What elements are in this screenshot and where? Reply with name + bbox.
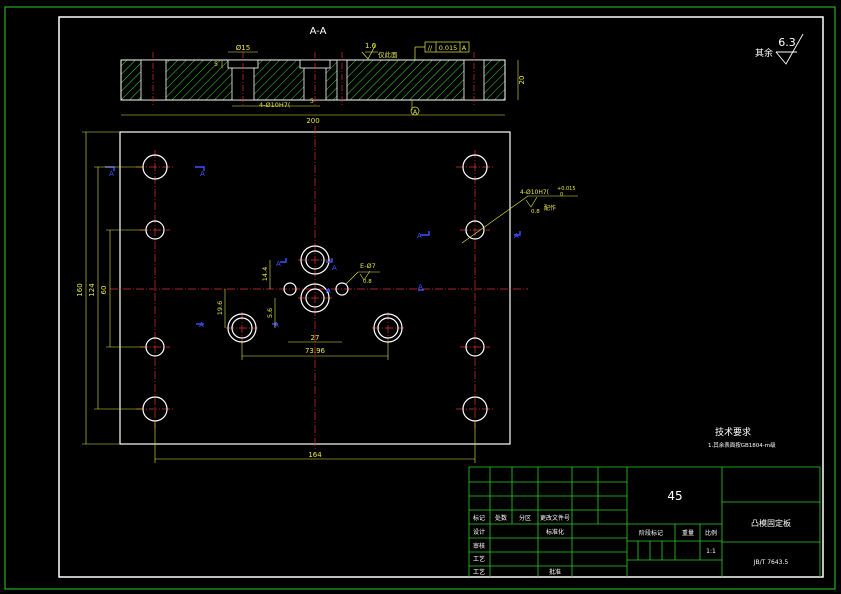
tech-req-item1: 1.其余表面按GB1804-m级 (708, 441, 776, 449)
dim-h160: 160 (76, 283, 84, 296)
svg-text:A: A (200, 170, 205, 178)
dim-14-4: 14.4 (261, 267, 269, 281)
geometric-tolerance-frame: // 0.015 A (414, 41, 470, 60)
note-pin-callout: 4-Ø10H7( (520, 189, 549, 196)
dim-hole-dia: Ø15 (236, 44, 250, 52)
roughness-other-label: 其余 (755, 47, 773, 59)
inner-frame (58, 16, 824, 578)
svg-text:A: A (417, 232, 422, 240)
tb-label-weight: 重量 (682, 529, 694, 537)
tb-label-standardize: 标准化 (546, 528, 564, 536)
tb-material: 45 (667, 489, 682, 503)
section-title: A-A (310, 26, 327, 37)
svg-text:A: A (332, 264, 337, 272)
dim-width: 164 (308, 451, 322, 459)
note-pin-tail: 0 (560, 192, 563, 198)
section-markers: A A A A A A A A A A (105, 166, 521, 329)
tb-label-process-2: 工艺 (473, 568, 485, 576)
note-roughness: 0.8 (531, 209, 540, 215)
section-view: Ø15 5 20 200 4-Ø10H7( 5 1.6 仅此面 // 0.015… (120, 41, 526, 125)
dim-h60: 60 (100, 286, 108, 295)
plan-view: A A A A A A A A A A 160 124 60 164 14.4 … (76, 126, 578, 463)
drawing-sheet: A-A Ø15 5 20 200 4-Ø10H7(5 1.6 仅此面 // 0… (4, 6, 836, 590)
dim-thickness: 20 (518, 76, 526, 85)
tb-standard: JB/T 7643.5 (753, 559, 789, 566)
svg-text:A: A (276, 260, 281, 268)
svg-text:A: A (326, 287, 331, 295)
tb-label-count: 处数 (495, 514, 507, 522)
parallel-symbol: // (428, 44, 433, 52)
note-e: E-Ø7 (360, 262, 376, 270)
tb-label-check: 审核 (473, 542, 485, 550)
parallel-tol: 0.015 (439, 44, 458, 52)
svg-text:A: A (514, 232, 519, 240)
tb-label-approve: 批准 (549, 568, 561, 576)
title-block: 标记 处数 分区 更改文件号 设计 标准化 审核 工艺 工艺 批准 45 凸模固… (468, 466, 821, 577)
tech-req-title: 技术要求 (715, 426, 751, 438)
tb-label-design: 设计 (473, 528, 485, 536)
dim-h124: 124 (88, 283, 96, 297)
dim-pin: 4-Ø10H7( (259, 101, 291, 109)
roughness-other: 其余 6.3 (755, 33, 804, 65)
tb-label-mark: 标记 (473, 514, 485, 522)
tb-label-ratio: 比例 (705, 529, 717, 537)
roughness-note-text: 仅此面 (378, 50, 398, 59)
roughness-other-value: 6.3 (778, 36, 796, 49)
dim-19-6: 19.6 (216, 301, 224, 315)
dim-27: 27 (311, 334, 320, 342)
dim-length: 200 (306, 117, 319, 125)
svg-text:A: A (418, 283, 423, 291)
tb-label-stage-mark: 阶段标记 (639, 529, 663, 537)
tb-label-doc-no: 更改文件号 (540, 514, 570, 522)
datum-top: A (462, 44, 467, 52)
dim-5-6: 5.6 (266, 308, 274, 318)
tb-label-process: 工艺 (473, 555, 485, 563)
dim-depth: 5 (214, 61, 218, 68)
note-e-rough: 0.8 (363, 279, 372, 285)
tb-label-zone: 分区 (519, 514, 531, 522)
svg-text:A: A (109, 170, 114, 178)
technical-requirements: 技术要求 1.其余表面按GB1804-m级 (708, 426, 776, 449)
svg-text:A: A (199, 321, 204, 329)
tb-part-name: 凸模固定板 (751, 518, 791, 528)
tb-scale: 1:1 (706, 548, 716, 555)
dim-73-96: 73.96 (305, 347, 326, 355)
dim-step: 5 (310, 98, 314, 105)
note-ream: 配作 (544, 204, 556, 212)
